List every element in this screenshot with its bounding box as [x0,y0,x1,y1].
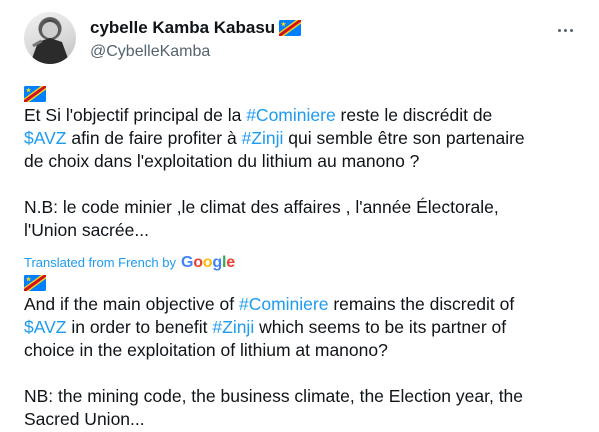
text-segment: afin de faire profiter à [66,128,242,148]
original-nb-line-1: N.B: le code minier ,le climat des affai… [24,197,499,217]
text-segment: which seems to be its partner of [254,317,507,337]
translation-line-3: choice in the exploitation of lithium at… [24,340,388,360]
display-name-row[interactable]: cybelle Kamba Kabasu [90,18,302,38]
translated-label: Translated from French by [24,254,176,270]
text-segment: reste le discrédit de [335,105,493,125]
tweet-body: Et Si l'objectif principal de la #Comini… [24,86,592,431]
handle[interactable]: @CybelleKamba [90,43,210,61]
translation-nb-line-1: NB: the mining code, the business climat… [24,386,524,406]
translated-from-french-link[interactable]: Translated from French by Google [24,252,592,272]
text-segment: Et Si l'objectif principal de la [24,105,247,125]
text-segment: in order to benefit [66,317,213,337]
original-nb-line-2: l'Union sacrée... [24,220,149,240]
hashtag-link[interactable]: #Zinji [242,128,284,148]
hashtag-link[interactable]: #Zinji [212,317,254,337]
dr-congo-flag-icon [24,275,46,291]
translation-line-2: $AVZ in order to benefit #Zinji which se… [24,316,592,339]
original-line-1: Et Si l'objectif principal de la #Comini… [24,104,592,127]
translation-line-1: And if the main objective of #Cominiere … [24,293,592,316]
hashtag-link[interactable]: #Cominiere [239,294,328,314]
hashtag-link[interactable]: #Cominiere [246,105,335,125]
hashtag-link[interactable]: $AVZ [24,317,66,337]
display-name[interactable]: cybelle Kamba Kabasu [90,18,275,37]
avatar[interactable] [24,12,76,64]
dr-congo-flag-icon [279,20,302,36]
text-segment: qui semble être son partenaire [283,128,525,148]
dr-congo-flag-icon [24,86,46,102]
translation-nb-line-2: Sacred Union... [24,409,145,429]
more-options-icon[interactable] [552,20,578,40]
hashtag-link[interactable]: $AVZ [24,128,66,148]
text-segment: And if the main objective of [24,294,239,314]
google-logo: Google [180,253,235,271]
original-line-2: $AVZ afin de faire profiter à #Zinji qui… [24,127,592,150]
translation-block: And if the main objective of #Cominiere … [24,275,592,431]
original-line-3: de choix dans l'exploitation du lithium … [24,151,420,171]
tweet-header: cybelle Kamba Kabasu @CybelleKamba [24,10,584,66]
text-segment: remains the discredit of [328,294,515,314]
